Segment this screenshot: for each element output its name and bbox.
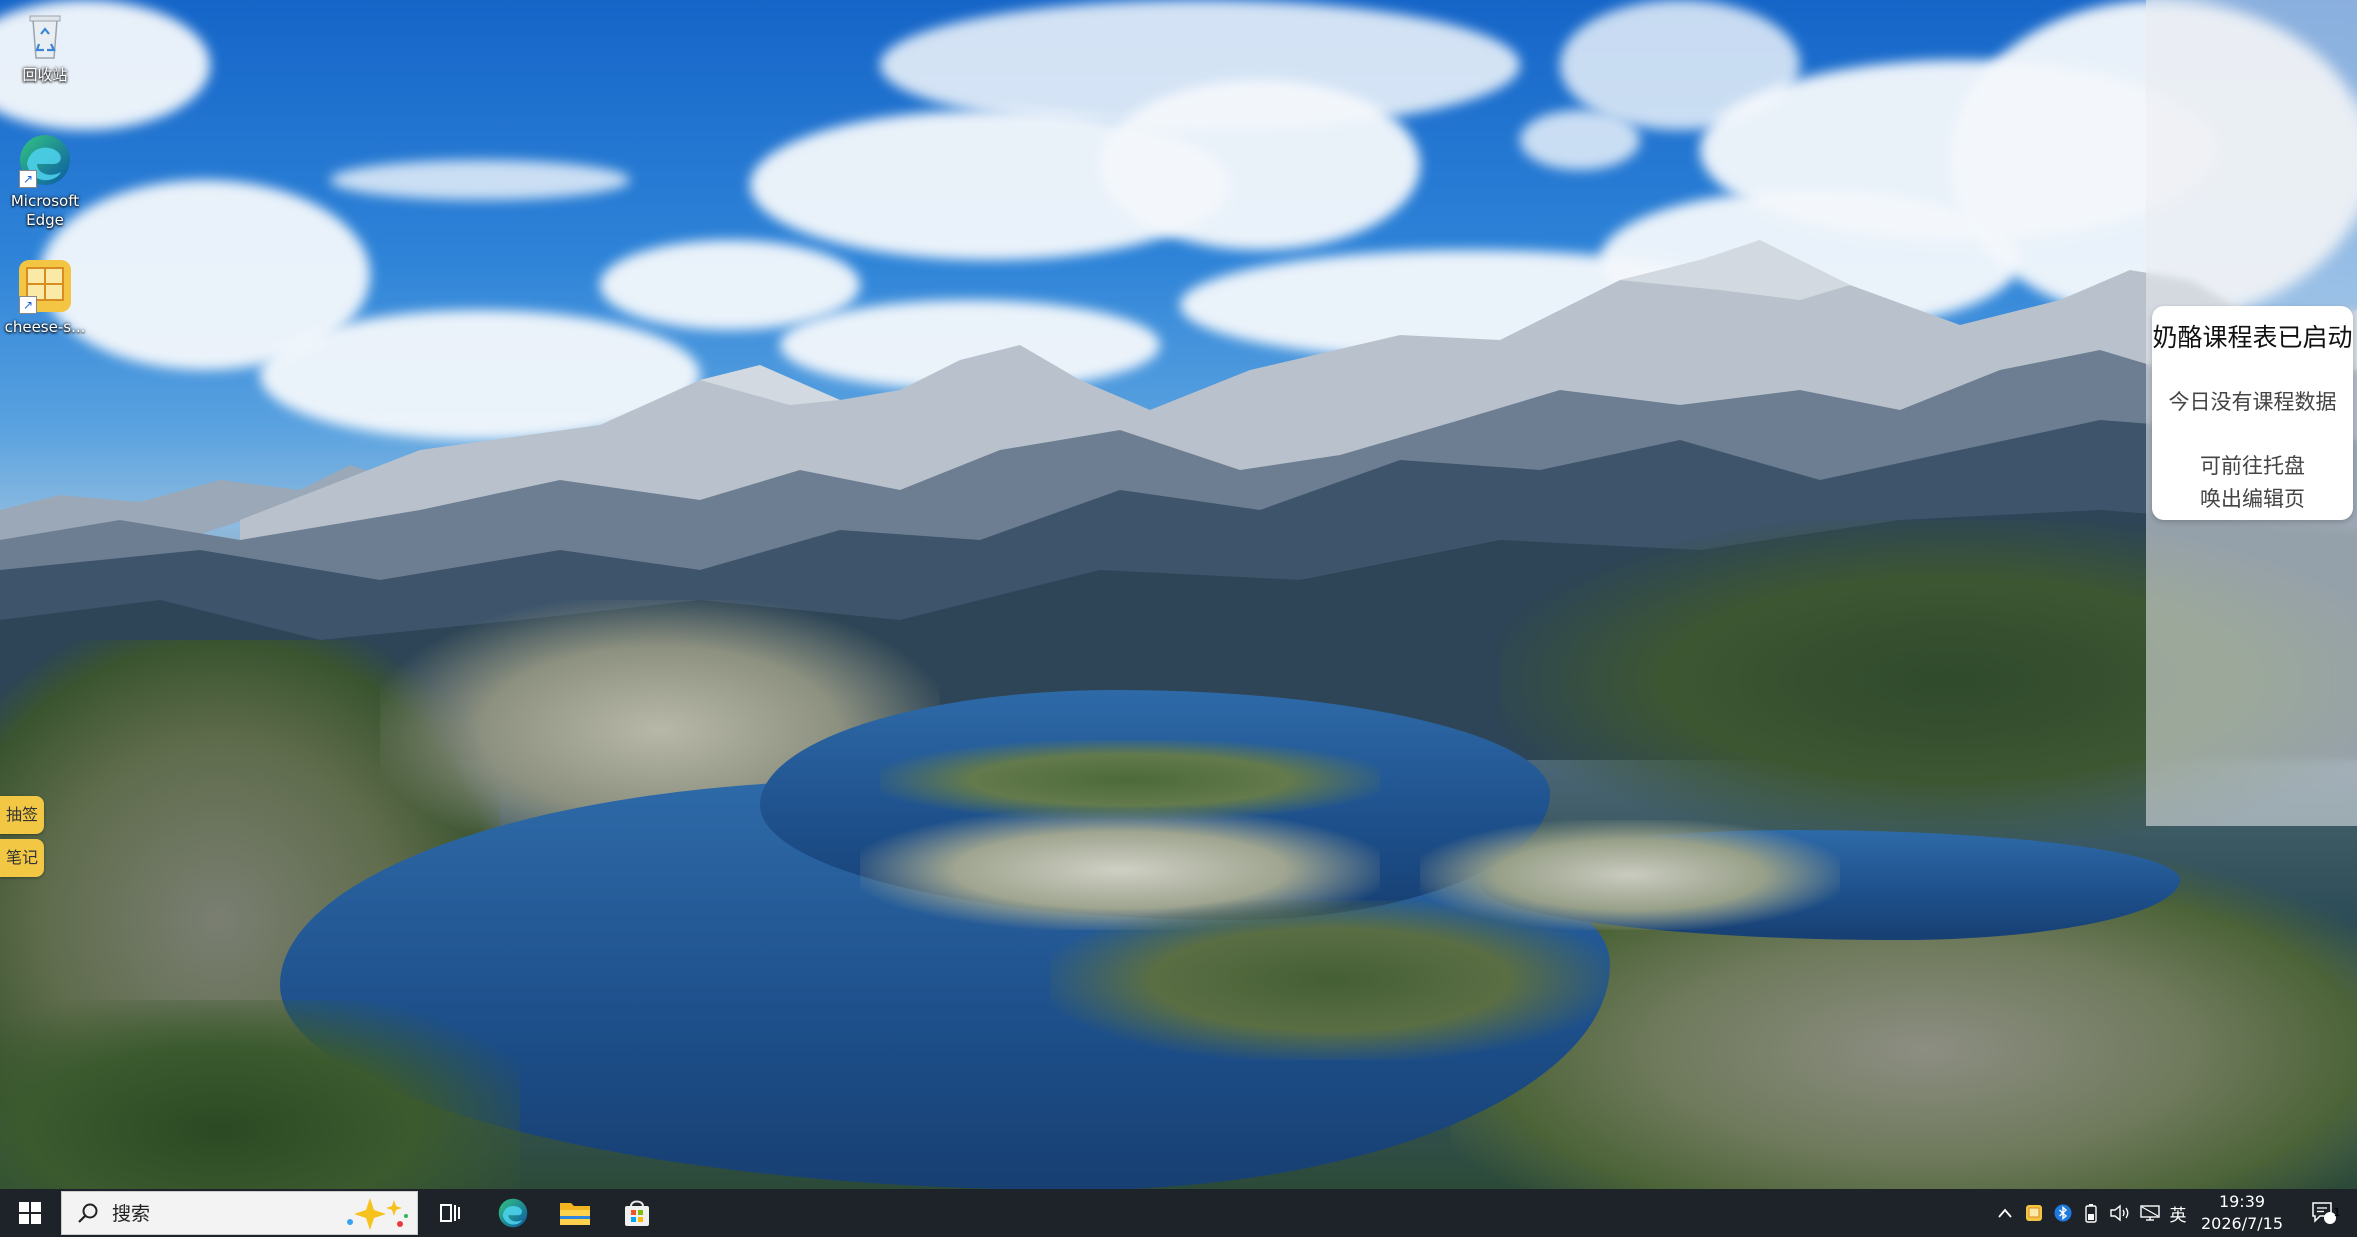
task-view-button[interactable]: [420, 1189, 480, 1237]
search-highlight-sparkle-icon: [347, 1198, 408, 1230]
tray-bluetooth[interactable]: [2050, 1189, 2076, 1237]
draw-lots-label: 抽签: [5, 805, 38, 824]
desktop-icon-edge[interactable]: ↗ Microsoft Edge: [2, 132, 88, 230]
taskbar-file-explorer-button[interactable]: [545, 1189, 605, 1237]
notes-label: 笔记: [5, 848, 38, 867]
desktop-icon-recycle-bin[interactable]: 回收站: [2, 6, 88, 85]
taskbar-search-box[interactable]: [61, 1191, 418, 1235]
timetable-app-icon: ↗: [17, 258, 73, 314]
tray-battery[interactable]: [2078, 1189, 2104, 1237]
notification-hint-line2: 唤出编辑页: [2200, 487, 2305, 511]
clock-date: 2026/7/15: [2200, 1214, 2284, 1233]
network-icon: [2140, 1205, 2160, 1221]
desktop-icon-label: 回收站: [22, 66, 68, 84]
notification-center-button[interactable]: 1: [2304, 1189, 2344, 1237]
recycle-bin-icon: [17, 6, 73, 62]
shortcut-arrow-icon: ↗: [19, 296, 37, 314]
microsoft-store-icon: [625, 1200, 649, 1226]
taskbar-store-button[interactable]: [607, 1189, 667, 1237]
show-hidden-icons-button[interactable]: [1992, 1189, 2018, 1237]
taskbar-clock[interactable]: 19:39 2026/7/15: [2182, 1191, 2302, 1235]
taskbar: 英 19:39 2026/7/15 1: [0, 1189, 2357, 1237]
timetable-app-icon: [2026, 1205, 2042, 1221]
shortcut-arrow-icon: ↗: [19, 170, 37, 188]
clock-time: 19:39: [2218, 1192, 2266, 1211]
bluetooth-icon: [2054, 1204, 2072, 1222]
windows-logo-icon: [19, 1202, 41, 1224]
desktop-wallpaper: [0, 0, 2357, 1189]
notification-hint-line1: 可前往托盘: [2200, 454, 2305, 478]
schedule-started-notification[interactable]: 奶酪课程表已启动 今日没有课程数据 可前往托盘 唤出编辑页: [2152, 306, 2353, 520]
battery-icon: [2085, 1204, 2097, 1223]
notification-hint: 可前往托盘 唤出编辑页: [2152, 450, 2353, 516]
tray-schedule-app[interactable]: [2020, 1189, 2048, 1237]
tray-network[interactable]: [2136, 1189, 2164, 1237]
search-input[interactable]: [110, 1198, 334, 1230]
task-view-icon: [440, 1204, 460, 1222]
notes-tab[interactable]: 笔记: [0, 839, 44, 877]
notification-no-data: 今日没有课程数据: [2168, 390, 2337, 414]
tray-volume[interactable]: [2106, 1189, 2134, 1237]
volume-icon: [2110, 1204, 2129, 1222]
notification-count-badge: 1: [2333, 1206, 2341, 1219]
draw-lots-tab[interactable]: 抽签: [0, 796, 44, 834]
edge-icon: [498, 1198, 528, 1228]
start-button[interactable]: [0, 1189, 60, 1237]
edge-icon: ↗: [17, 132, 73, 188]
search-icon: [78, 1203, 98, 1223]
desktop-icon-label: Microsoft Edge: [10, 192, 80, 229]
desktop-icon-cheese-schedule[interactable]: ↗ cheese-s...: [2, 258, 88, 337]
chevron-up-icon: [1998, 1208, 2012, 1218]
desktop-icon-label: cheese-s...: [4, 318, 86, 336]
notification-title: 奶酪课程表已启动: [2152, 323, 2353, 352]
taskbar-edge-button[interactable]: [483, 1189, 543, 1237]
file-explorer-icon: [560, 1203, 590, 1225]
